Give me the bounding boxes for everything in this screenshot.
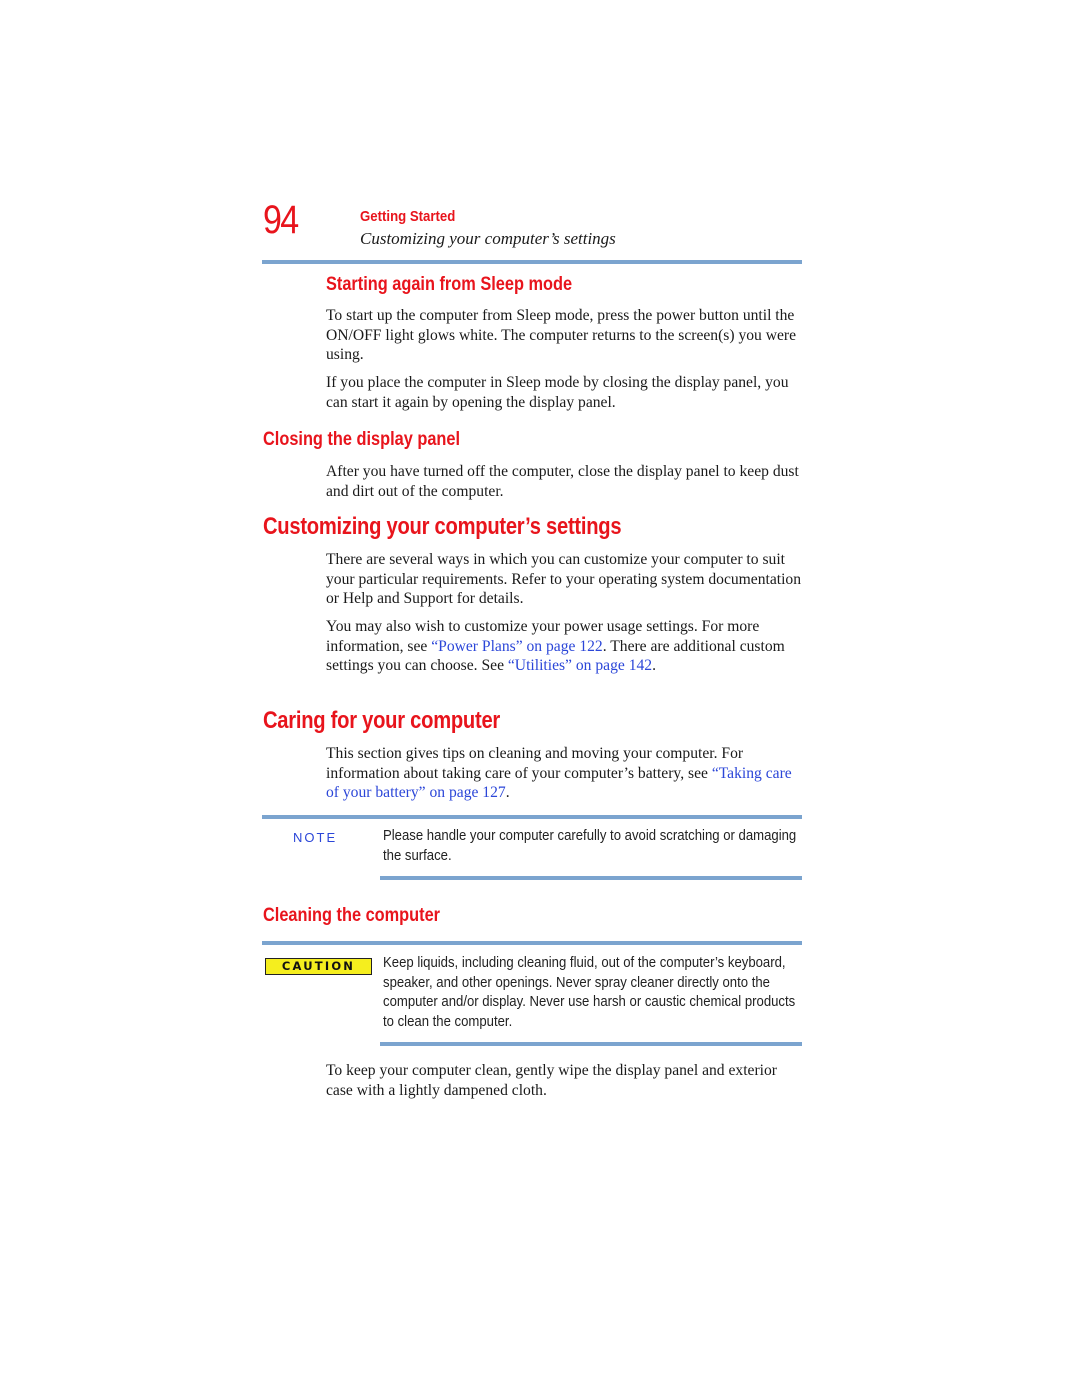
note-text: Please handle your computer carefully to… — [383, 828, 797, 864]
heading-caring: Caring for your computer — [263, 707, 501, 734]
note-top-rule — [262, 815, 802, 819]
text-segment: This section gives tips on cleaning and … — [326, 745, 744, 782]
page-number: 94 — [263, 198, 299, 242]
link-power-plans[interactable]: “Power Plans” on page 122 — [431, 638, 603, 655]
note-label: NOTE — [293, 830, 338, 845]
paragraph-caring-1: This section gives tips on cleaning and … — [326, 744, 804, 803]
chapter-title: Getting Started — [360, 208, 456, 225]
link-utilities[interactable]: “Utilities” on page 142 — [508, 657, 652, 674]
paragraph-cleaning-1: To keep your computer clean, gently wipe… — [326, 1062, 777, 1099]
paragraph-closing-1: After you have turned off the computer, … — [326, 463, 799, 500]
text-segment: . — [505, 784, 510, 802]
caution-text: Keep liquids, including cleaning fluid, … — [383, 955, 796, 1031]
header-rule — [262, 260, 802, 264]
paragraph-customizing-2: You may also wish to customize your powe… — [326, 617, 804, 676]
paragraph-customizing-1: There are several ways in which you can … — [326, 551, 802, 608]
heading-closing-display: Closing the display panel — [263, 429, 461, 450]
heading-sleep-mode: Starting again from Sleep mode — [326, 274, 573, 295]
caution-top-rule — [262, 941, 802, 945]
note-bottom-rule — [380, 876, 802, 880]
running-section-title: Customizing your computer’s settings — [360, 229, 616, 248]
text-segment: . — [652, 657, 657, 675]
heading-customizing: Customizing your computer’s settings — [263, 513, 622, 540]
caution-badge: CAUTION — [265, 958, 372, 975]
heading-cleaning: Cleaning the computer — [263, 905, 441, 926]
paragraph-sleep-1: To start up the computer from Sleep mode… — [326, 307, 797, 364]
caution-bottom-rule — [380, 1042, 802, 1046]
paragraph-sleep-2: If you place the computer in Sleep mode … — [326, 374, 789, 411]
